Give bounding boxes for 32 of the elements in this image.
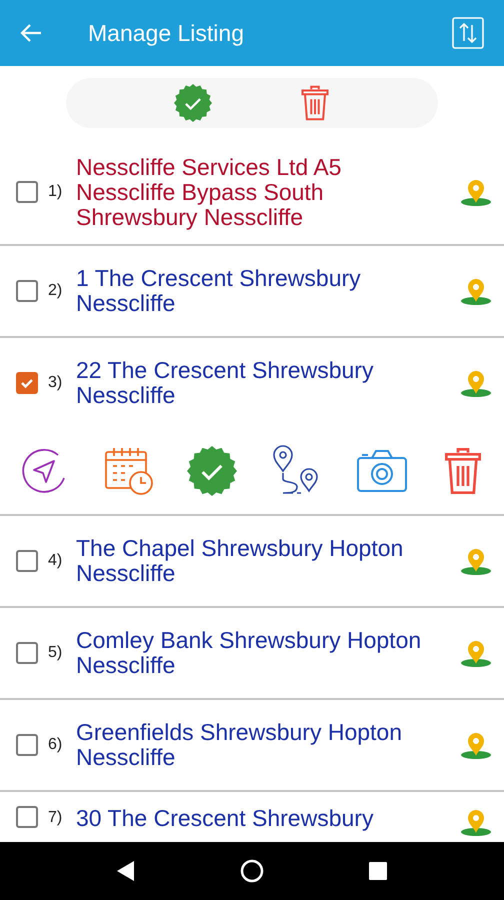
calendar-clock-icon[interactable] bbox=[104, 446, 154, 496]
check-badge-icon[interactable] bbox=[187, 446, 238, 496]
listing-address[interactable]: Nesscliffe Services Ltd A5 Nesscliffe Bypass South Shrewsbury Nesscliffe bbox=[76, 154, 444, 230]
item-number: 7) bbox=[48, 808, 64, 828]
check-badge-icon[interactable] bbox=[174, 84, 212, 122]
trash-icon[interactable] bbox=[300, 84, 330, 122]
checkbox[interactable] bbox=[16, 806, 38, 828]
listing-address[interactable]: 1 The Crescent Shrewsbury Nesscliffe bbox=[76, 266, 444, 316]
camera-icon[interactable] bbox=[356, 449, 408, 493]
back-icon[interactable] bbox=[116, 860, 136, 882]
listing-address[interactable]: 30 The Crescent Shrewsbury bbox=[76, 806, 444, 831]
listing-address[interactable]: The Chapel Shrewsbury Hopton Nesscliffe bbox=[76, 536, 444, 586]
item-number: 2) bbox=[48, 281, 64, 301]
item-number: 6) bbox=[48, 735, 64, 755]
checkbox[interactable] bbox=[16, 642, 38, 664]
item-number: 4) bbox=[48, 551, 64, 571]
checkbox[interactable] bbox=[16, 280, 38, 302]
item-number: 1) bbox=[48, 182, 64, 202]
screen-title: Manage Listing bbox=[88, 18, 245, 48]
listing-address[interactable]: 22 The Crescent Shrewsbury Nesscliffe bbox=[76, 358, 444, 408]
item-number: 3) bbox=[48, 373, 64, 393]
back-arrow-icon[interactable] bbox=[20, 23, 42, 43]
checkbox[interactable] bbox=[16, 550, 38, 572]
item-number: 5) bbox=[48, 643, 64, 663]
checkbox[interactable] bbox=[16, 372, 38, 394]
recents-icon[interactable] bbox=[368, 861, 388, 881]
checkbox[interactable] bbox=[16, 181, 38, 203]
listing-address[interactable]: Greenfields Shrewsbury Hopton Nesscliffe bbox=[76, 720, 444, 770]
home-icon[interactable] bbox=[240, 859, 264, 883]
sort-icon[interactable] bbox=[452, 17, 484, 49]
listing-address[interactable]: Comley Bank Shrewsbury Hopton Nesscliffe bbox=[76, 628, 444, 678]
checkbox[interactable] bbox=[16, 734, 38, 756]
